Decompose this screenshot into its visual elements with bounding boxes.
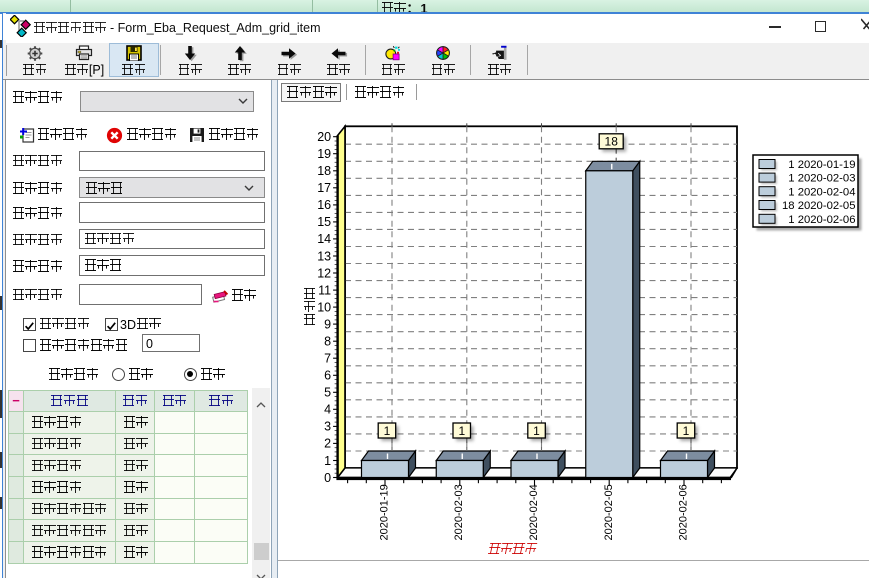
- svg-text:19: 19: [317, 147, 331, 161]
- svg-text:1: 1: [384, 424, 391, 438]
- svg-text:1: 1: [533, 424, 540, 438]
- svg-text:12: 12: [317, 266, 331, 280]
- svg-text:1 2020-01-19: 1 2020-01-19: [788, 159, 855, 171]
- svg-text:1 2020-02-06: 1 2020-02-06: [788, 214, 855, 226]
- svg-text:3: 3: [324, 420, 331, 434]
- svg-text:1: 1: [324, 454, 331, 468]
- svg-text:10: 10: [317, 300, 331, 314]
- svg-text:8: 8: [324, 335, 331, 349]
- svg-text:7: 7: [324, 352, 331, 366]
- svg-text:9: 9: [324, 317, 331, 331]
- svg-text:6: 6: [324, 369, 331, 383]
- svg-text:2020-02-04: 2020-02-04: [528, 484, 540, 540]
- svg-text:20: 20: [317, 130, 331, 144]
- svg-text:1: 1: [458, 424, 465, 438]
- svg-text:13: 13: [317, 249, 331, 263]
- svg-text:2020-01-19: 2020-01-19: [379, 484, 391, 540]
- svg-text:11: 11: [318, 283, 331, 297]
- svg-text:5: 5: [324, 386, 331, 400]
- svg-text:4: 4: [324, 403, 331, 417]
- svg-text:2020-02-05: 2020-02-05: [603, 484, 615, 540]
- svg-text:2: 2: [324, 437, 331, 451]
- svg-text:1 2020-02-03: 1 2020-02-03: [788, 173, 855, 185]
- svg-text:18: 18: [317, 164, 331, 178]
- svg-text:18 2020-02-05: 18 2020-02-05: [782, 200, 856, 212]
- svg-text:16: 16: [317, 198, 331, 212]
- svg-text:1: 1: [683, 424, 690, 438]
- svg-text:18: 18: [605, 135, 619, 149]
- svg-text:2020-02-03: 2020-02-03: [453, 484, 465, 540]
- svg-text:15: 15: [317, 215, 331, 229]
- svg-text:1 2020-02-04: 1 2020-02-04: [788, 186, 855, 198]
- svg-text:17: 17: [317, 181, 331, 195]
- svg-text:2020-02-06: 2020-02-06: [678, 484, 690, 540]
- svg-text:0: 0: [324, 471, 331, 485]
- svg-text:14: 14: [317, 232, 331, 246]
